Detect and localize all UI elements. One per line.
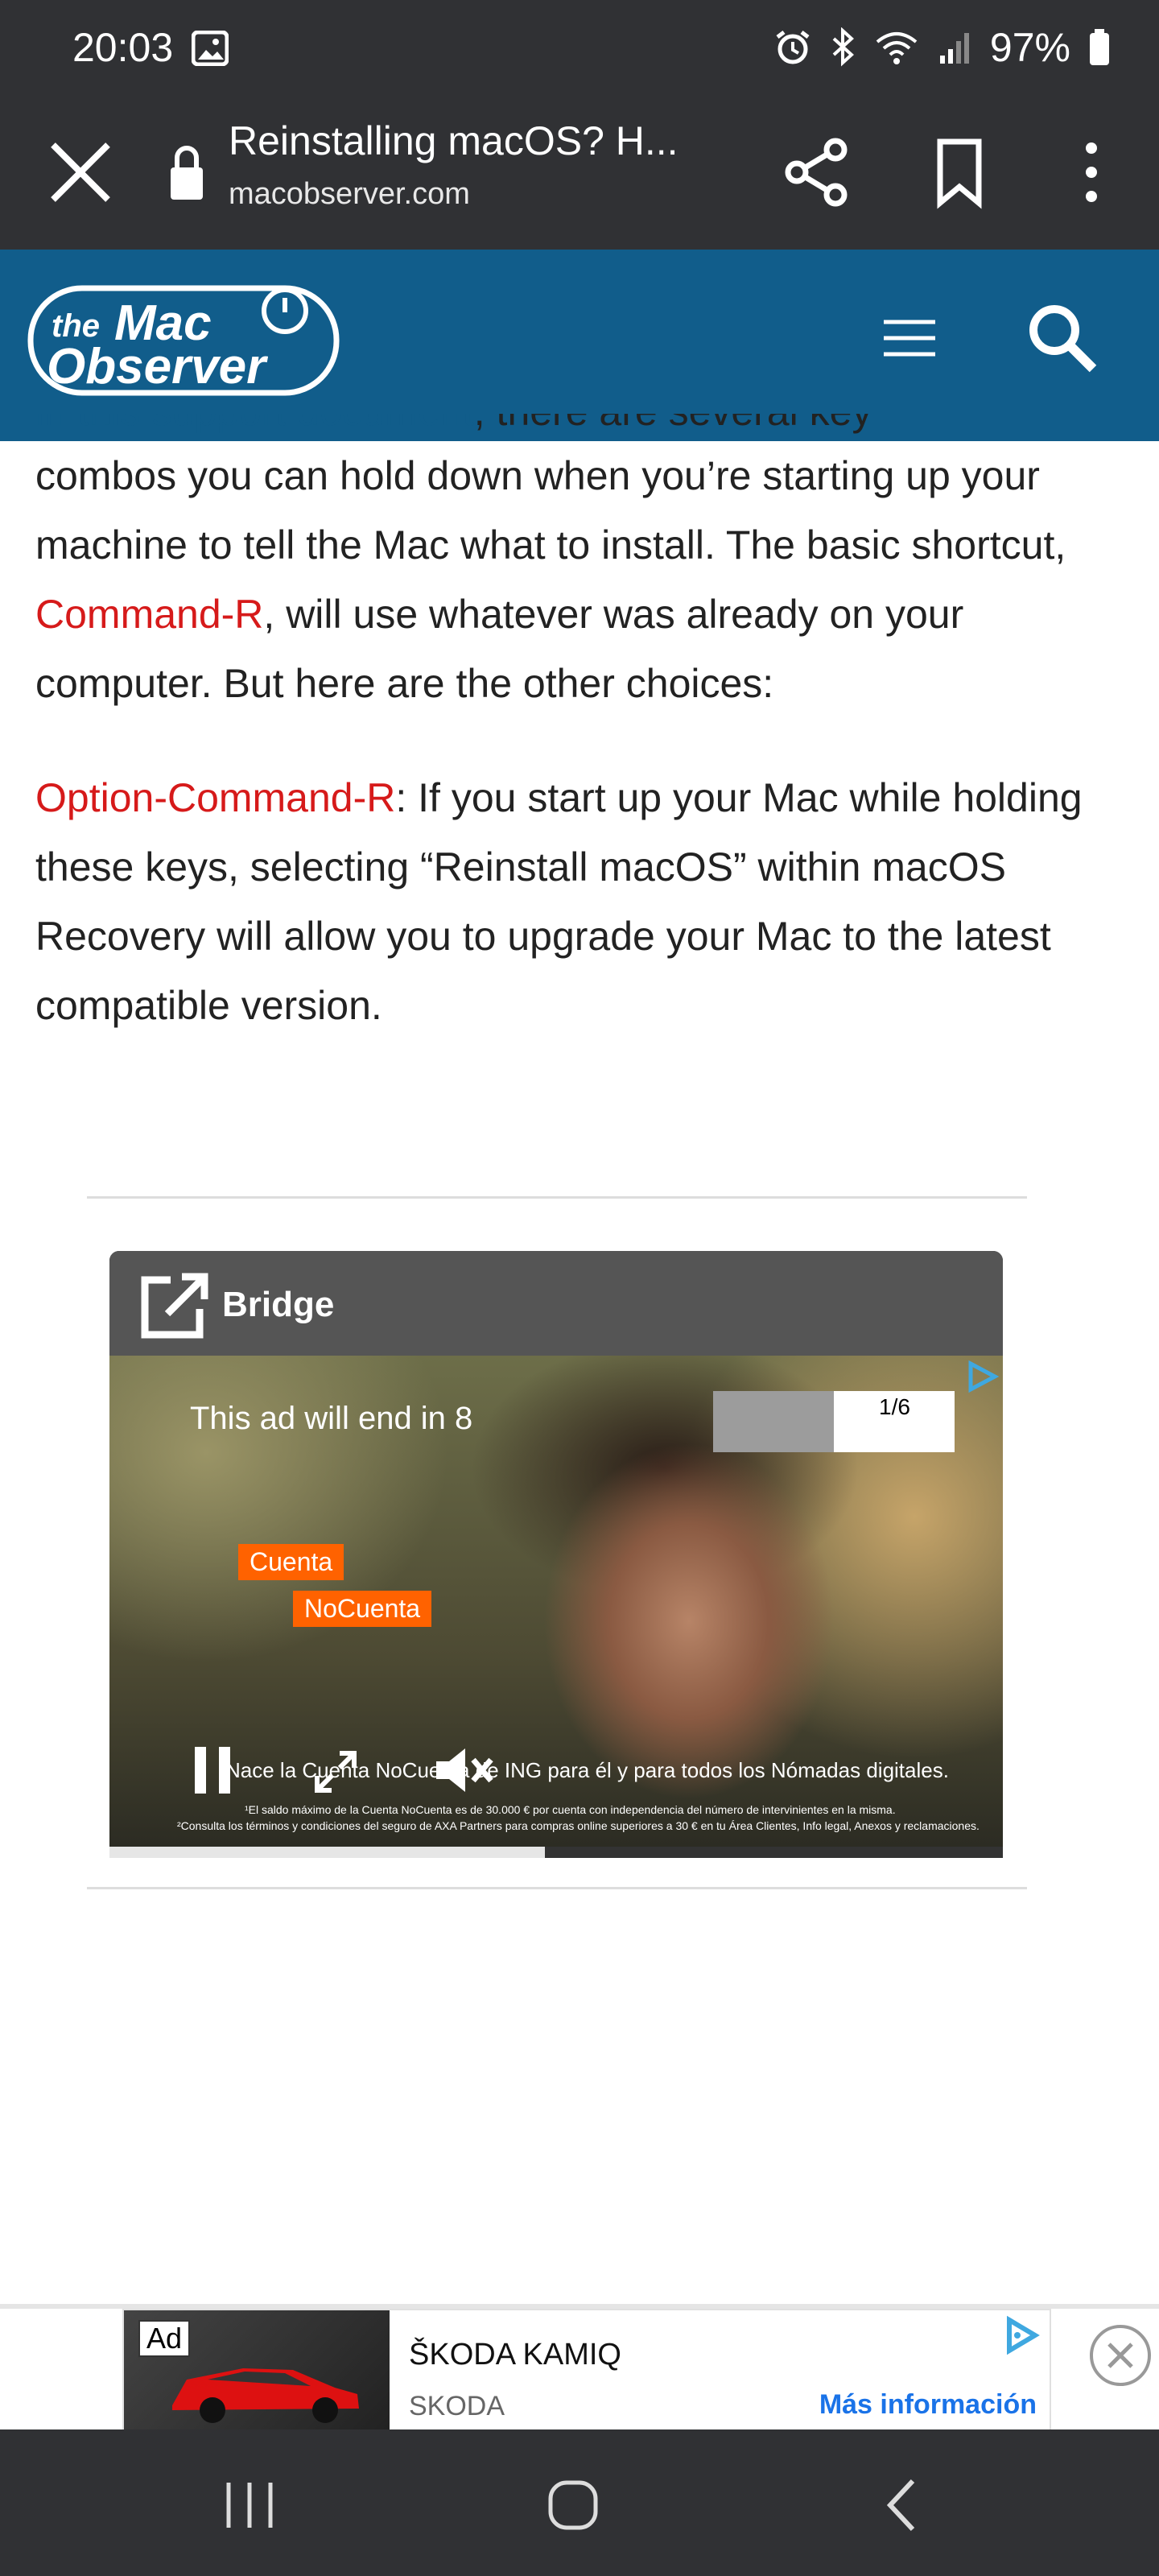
mac-observer-logo[interactable]: the Mac Observer: [27, 279, 341, 399]
close-tab-icon[interactable]: [45, 137, 116, 208]
support-document-link[interactable]: in this support document: [35, 414, 474, 434]
gallery-notification-icon: [192, 31, 229, 66]
nocuenta-tag: NoCuenta: [293, 1591, 432, 1627]
badge-number: 1/6: [879, 1394, 910, 1419]
banner-ad[interactable]: Ad ŠKODA KAMIQ SKODA Más información: [0, 2309, 1159, 2431]
risk-indicator-badge: 1/6: [713, 1391, 955, 1452]
video-legal-line: ²Consulta los términos y condiciones del…: [177, 1819, 980, 1832]
video-progress-fill: [109, 1847, 545, 1858]
cuenta-tag: Cuenta: [238, 1544, 344, 1580]
paragraph-option-command-r: Option-Command-R: If you start up your M…: [35, 763, 1130, 1040]
option-command-r-highlight: Option-Command-R: [35, 775, 396, 820]
divider: [87, 1887, 1027, 1889]
status-time: 20:03: [72, 25, 174, 70]
more-info-link[interactable]: Más información: [819, 2389, 1037, 2421]
badge-legal-text: [713, 1391, 834, 1452]
recent-apps-icon[interactable]: [217, 2473, 282, 2537]
hamburger-menu-icon[interactable]: [877, 306, 942, 370]
ad-countdown: This ad will end in 8: [190, 1401, 473, 1436]
banner-ad-box[interactable]: Ad ŠKODA KAMIQ SKODA Más información: [122, 2309, 1051, 2431]
search-icon[interactable]: [1022, 298, 1103, 378]
close-ad-icon[interactable]: [1088, 2323, 1153, 2388]
home-icon[interactable]: [541, 2473, 605, 2537]
wifi-icon: [876, 32, 918, 64]
page-title[interactable]: Reinstalling macOS? H...: [229, 118, 678, 164]
divider: [87, 1196, 1027, 1199]
signal-icon: [939, 33, 969, 64]
video-ad-header[interactable]: Bridge: [109, 1251, 1003, 1356]
command-r-highlight: Command-R: [35, 592, 264, 637]
video-ad[interactable]: Bridge This ad will end in 8 1/6 Cuenta …: [109, 1251, 1003, 1858]
bluetooth-icon: [832, 27, 854, 67]
banner-title[interactable]: ŠKODA KAMIQ: [409, 2338, 621, 2372]
adchoices-icon[interactable]: [1001, 2315, 1041, 2355]
bridge-label[interactable]: Bridge: [222, 1285, 334, 1325]
battery-icon: [1090, 29, 1109, 65]
banner-brand: SKODA: [409, 2391, 505, 2421]
page-url[interactable]: macobserver.com: [229, 177, 470, 212]
browser-toolbar: Reinstalling macOS? H... macobserver.com: [0, 95, 1159, 250]
more-options-icon[interactable]: [1053, 134, 1130, 211]
system-nav-bar: [0, 2429, 1159, 2576]
video-progress-bar[interactable]: [109, 1847, 1003, 1858]
paragraph-text: combos you can hold down when you’re sta…: [35, 453, 1066, 568]
site-header: the Mac Observer: [0, 250, 1159, 441]
alarm-icon: [776, 31, 810, 64]
lock-icon[interactable]: [167, 140, 206, 204]
partial-line-text: , there are several key: [474, 414, 872, 434]
adchoices-icon[interactable]: [964, 1359, 1000, 1394]
paragraph-shortcuts: combos you can hold down when you’re sta…: [35, 441, 1130, 718]
article-body: combos you can hold down when you’re sta…: [35, 441, 1130, 1040]
ad-label: Ad: [138, 2320, 191, 2357]
svg-text:Observer: Observer: [47, 339, 268, 394]
status-bar: 20:03 97%: [0, 0, 1159, 95]
external-link-icon[interactable]: [138, 1269, 211, 1341]
video-frame[interactable]: This ad will end in 8 1/6 Cuenta NoCuent…: [109, 1356, 1003, 1858]
car-image[interactable]: Ad: [124, 2310, 390, 2429]
share-icon[interactable]: [779, 134, 856, 211]
video-legal-line: ¹El saldo máximo de la Cuenta NoCuenta e…: [245, 1803, 896, 1816]
back-icon[interactable]: [869, 2473, 934, 2537]
battery-percent: 97%: [989, 25, 1070, 70]
video-caption: Nace la Cuenta NoCuenta de ING para él y…: [225, 1758, 949, 1782]
status-icons: 97%: [774, 24, 1111, 71]
bookmark-icon[interactable]: [921, 134, 998, 211]
